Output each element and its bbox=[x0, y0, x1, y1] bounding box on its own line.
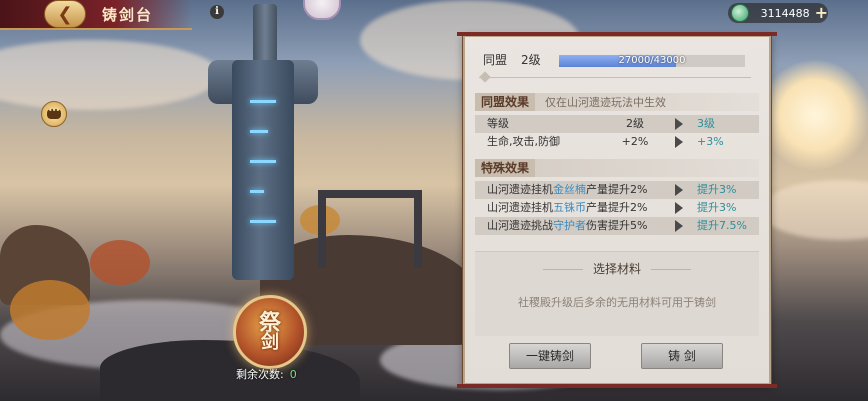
info-icon[interactable]: i bbox=[210, 5, 224, 19]
glowing-rune bbox=[250, 130, 268, 133]
desc-suffix: 产量提升2% bbox=[586, 201, 648, 214]
forge-panel: 同盟 2级 27000/43000 同盟效果 仅在山河遗迹玩法中生效 等级 2级… bbox=[457, 32, 777, 388]
special-next: 提升7.5% bbox=[697, 219, 747, 232]
materials-title: 选择材料 bbox=[475, 260, 759, 277]
foreground-rock bbox=[100, 340, 360, 401]
special-effect-title: 特殊效果 bbox=[475, 159, 536, 177]
glowing-rune bbox=[250, 100, 276, 103]
league-level-row: 同盟 2级 bbox=[483, 51, 541, 68]
desc-item: 金丝楠 bbox=[553, 183, 586, 196]
progress-text: 27000/43000 bbox=[618, 55, 686, 66]
chat-bubble-icon bbox=[47, 106, 61, 119]
forge-button[interactable]: 铸 剑 bbox=[641, 343, 723, 369]
title-bar: ❮ 铸剑台 bbox=[0, 0, 192, 30]
desc-prefix: 山河遗迹挂机 bbox=[487, 201, 553, 214]
sacrifice-char: 祭 bbox=[258, 310, 281, 336]
sun bbox=[760, 60, 868, 170]
sacrifice-sword-button[interactable]: 祭 剑 bbox=[233, 295, 307, 369]
special-next: 提升3% bbox=[697, 183, 737, 196]
special-effect-header: 特殊效果 bbox=[475, 159, 759, 177]
sword-hilt bbox=[253, 4, 277, 64]
autumn-tree bbox=[10, 280, 90, 340]
divider-ornament bbox=[479, 71, 491, 83]
remaining-count: 剩余次数: 0 bbox=[236, 366, 297, 382]
glowing-rune bbox=[250, 160, 276, 163]
league-effect-header: 同盟效果 仅在山河遗迹玩法中生效 bbox=[475, 93, 759, 111]
arrow-right-icon bbox=[675, 118, 683, 130]
jade-coin-icon bbox=[731, 4, 749, 22]
chat-button[interactable] bbox=[41, 101, 67, 127]
special-row: 山河遗迹挂机五铢币产量提升2% 提升3% bbox=[475, 199, 759, 217]
plus-icon[interactable]: + bbox=[815, 5, 828, 21]
special-desc: 山河遗迹挑战守护者伤害提升5% bbox=[487, 217, 647, 235]
arrow-right-icon bbox=[675, 202, 683, 214]
special-desc: 山河遗迹挂机金丝楠产量提升2% bbox=[487, 181, 647, 199]
sword-char: 剑 bbox=[261, 332, 279, 353]
league-level: 2级 bbox=[521, 53, 541, 67]
effect-name: 生命,攻击,防御 bbox=[487, 135, 560, 148]
divider bbox=[479, 77, 751, 78]
arrow-right-icon bbox=[675, 184, 683, 196]
remaining-value: 0 bbox=[289, 368, 297, 381]
materials-area[interactable]: 选择材料 社稷殿升级后多余的无用材料可用于铸剑 bbox=[475, 251, 759, 336]
stone-gate bbox=[318, 190, 422, 268]
special-row: 山河遗迹挂机金丝楠产量提升2% 提升3% bbox=[475, 181, 759, 199]
page-title: 铸剑台 bbox=[102, 6, 154, 24]
remaining-label: 剩余次数: bbox=[236, 368, 284, 381]
cloud bbox=[0, 40, 220, 110]
league-effect-title: 同盟效果 bbox=[475, 93, 536, 111]
arrow-right-icon bbox=[675, 136, 683, 148]
desc-item: 守护者 bbox=[553, 219, 586, 232]
autumn-tree bbox=[90, 240, 150, 285]
effect-row-stats: 生命,攻击,防御 +2% +3% bbox=[475, 133, 759, 151]
desc-prefix: 山河遗迹挂机 bbox=[487, 183, 553, 196]
sword-pillar bbox=[232, 60, 294, 280]
effect-name: 等级 bbox=[487, 117, 509, 130]
glowing-rune bbox=[250, 220, 276, 223]
desc-suffix: 伤害提升5% bbox=[586, 219, 648, 232]
desc-suffix: 产量提升2% bbox=[586, 183, 648, 196]
currency-value: 3114488 bbox=[760, 6, 810, 20]
materials-hint: 社稷殿升级后多余的无用材料可用于铸剑 bbox=[518, 296, 716, 309]
league-progress-bar: 27000/43000 bbox=[559, 55, 745, 67]
one-click-forge-button[interactable]: 一键铸剑 bbox=[509, 343, 591, 369]
back-arrow-icon: ❮ bbox=[57, 3, 73, 25]
special-desc: 山河遗迹挂机五铢币产量提升2% bbox=[487, 199, 647, 217]
effect-current: 2级 bbox=[626, 117, 644, 130]
desc-prefix: 山河遗迹挑战 bbox=[487, 219, 553, 232]
effect-next: 3级 bbox=[697, 117, 715, 130]
currency-display: 3114488 + bbox=[728, 3, 828, 23]
back-button[interactable]: ❮ bbox=[44, 0, 86, 28]
arrow-right-icon bbox=[675, 220, 683, 232]
special-row: 山河遗迹挑战守护者伤害提升5% 提升7.5% bbox=[475, 217, 759, 235]
league-label: 同盟 bbox=[483, 53, 508, 67]
special-next: 提升3% bbox=[697, 201, 737, 214]
cloud bbox=[760, 180, 868, 240]
effect-current: +2% bbox=[621, 135, 649, 148]
desc-item: 五铢币 bbox=[553, 201, 586, 214]
effect-row-level: 等级 2级 3级 bbox=[475, 115, 759, 133]
glowing-rune bbox=[250, 190, 264, 193]
effect-next: +3% bbox=[697, 135, 724, 148]
league-effect-note: 仅在山河遗迹玩法中生效 bbox=[545, 96, 667, 109]
